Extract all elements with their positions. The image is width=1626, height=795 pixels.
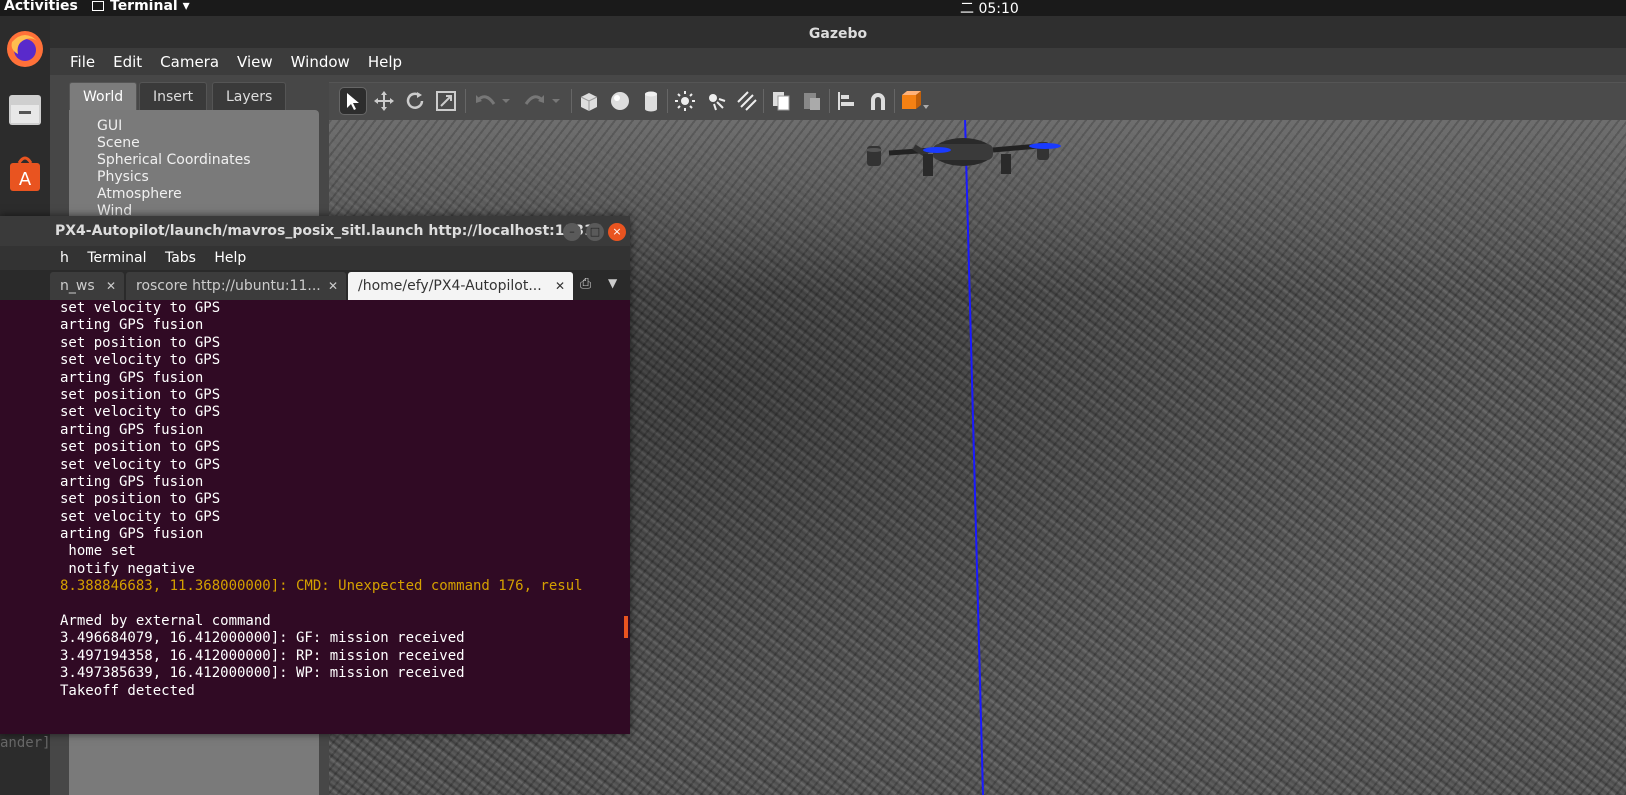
top-bar: Activities Terminal ▾ 二 05:10 <box>0 0 1626 17</box>
redo-icon[interactable] <box>521 87 549 115</box>
snap-magnet-icon[interactable] <box>864 87 892 115</box>
cylinder-shape-icon[interactable] <box>637 87 665 115</box>
toolbar-separator <box>829 89 830 113</box>
files-icon[interactable] <box>4 88 46 130</box>
world-item-atmosphere[interactable]: Atmosphere <box>97 186 251 203</box>
point-light-icon[interactable] <box>671 87 699 115</box>
toolbar-separator <box>571 89 572 113</box>
close-tab-icon[interactable]: ✕ <box>106 272 116 300</box>
toolbar-separator <box>894 89 895 113</box>
copy-icon[interactable] <box>767 87 795 115</box>
app-menu[interactable]: Terminal ▾ <box>92 0 190 14</box>
menu-camera[interactable]: Camera <box>160 53 219 71</box>
world-item-gui[interactable]: GUI <box>97 118 251 135</box>
gazebo-menubar: File Edit Camera View Window Help <box>50 48 1626 75</box>
world-item-spherical-coordinates[interactable]: Spherical Coordinates <box>97 152 251 169</box>
toolbar-separator <box>465 89 466 113</box>
terminal-tab-label: n_ws <box>60 278 95 294</box>
box-shape-icon[interactable] <box>575 87 603 115</box>
background-terminal-line: ander] <box>0 734 51 751</box>
select-mode-icon[interactable] <box>339 87 367 115</box>
gazebo-window-title: Gazebo <box>50 16 1626 48</box>
menu-view[interactable]: View <box>237 53 273 71</box>
svg-text:A: A <box>19 169 32 190</box>
terminal-icon <box>92 1 104 11</box>
world-item-scene[interactable]: Scene <box>97 135 251 152</box>
rotate-mode-icon[interactable] <box>401 87 429 115</box>
menu-window[interactable]: Window <box>291 53 350 71</box>
tab-world[interactable]: World <box>69 82 138 110</box>
redo-dropdown-icon[interactable] <box>549 87 563 115</box>
terminal-tab-label: roscore http://ubuntu:11... <box>136 278 321 294</box>
sphere-shape-icon[interactable] <box>606 87 634 115</box>
z-axis-line <box>964 120 984 795</box>
paste-icon[interactable] <box>798 87 826 115</box>
undo-icon[interactable] <box>471 87 499 115</box>
tab-insert[interactable]: Insert <box>139 82 208 110</box>
app-menu-label: Terminal ▾ <box>110 0 190 14</box>
menu-search[interactable]: h <box>60 250 69 266</box>
view-angle-icon[interactable] <box>898 87 932 115</box>
align-icon[interactable] <box>833 87 861 115</box>
activities-button[interactable]: Activities <box>4 0 78 14</box>
gazebo-toolbar <box>329 82 1626 120</box>
terminal-tab-workspace[interactable]: n_ws ✕ <box>50 272 124 300</box>
firefox-icon[interactable] <box>4 28 46 70</box>
toolbar-separator <box>667 89 668 113</box>
world-tree: GUI Scene Spherical Coordinates Physics … <box>97 118 251 220</box>
menu-help[interactable]: Help <box>368 53 402 71</box>
directional-light-icon[interactable] <box>733 87 761 115</box>
software-store-icon[interactable]: A <box>4 152 46 194</box>
spot-light-icon[interactable] <box>702 87 730 115</box>
terminal-tab-roscore[interactable]: roscore http://ubuntu:11... ✕ <box>126 272 346 300</box>
translate-mode-icon[interactable] <box>370 87 398 115</box>
menu-edit[interactable]: Edit <box>113 53 142 71</box>
gazebo-3d-viewport[interactable] <box>329 120 1626 795</box>
world-item-physics[interactable]: Physics <box>97 169 251 186</box>
menu-terminal[interactable]: Terminal <box>87 250 146 266</box>
menu-tabs[interactable]: Tabs <box>165 250 196 266</box>
tab-layers[interactable]: Layers <box>212 82 287 110</box>
drone-model[interactable] <box>866 138 1061 176</box>
scale-mode-icon[interactable] <box>432 87 460 115</box>
toolbar-separator <box>763 89 764 113</box>
menu-help[interactable]: Help <box>214 250 246 266</box>
menu-file[interactable]: File <box>70 53 95 71</box>
undo-dropdown-icon[interactable] <box>499 87 513 115</box>
